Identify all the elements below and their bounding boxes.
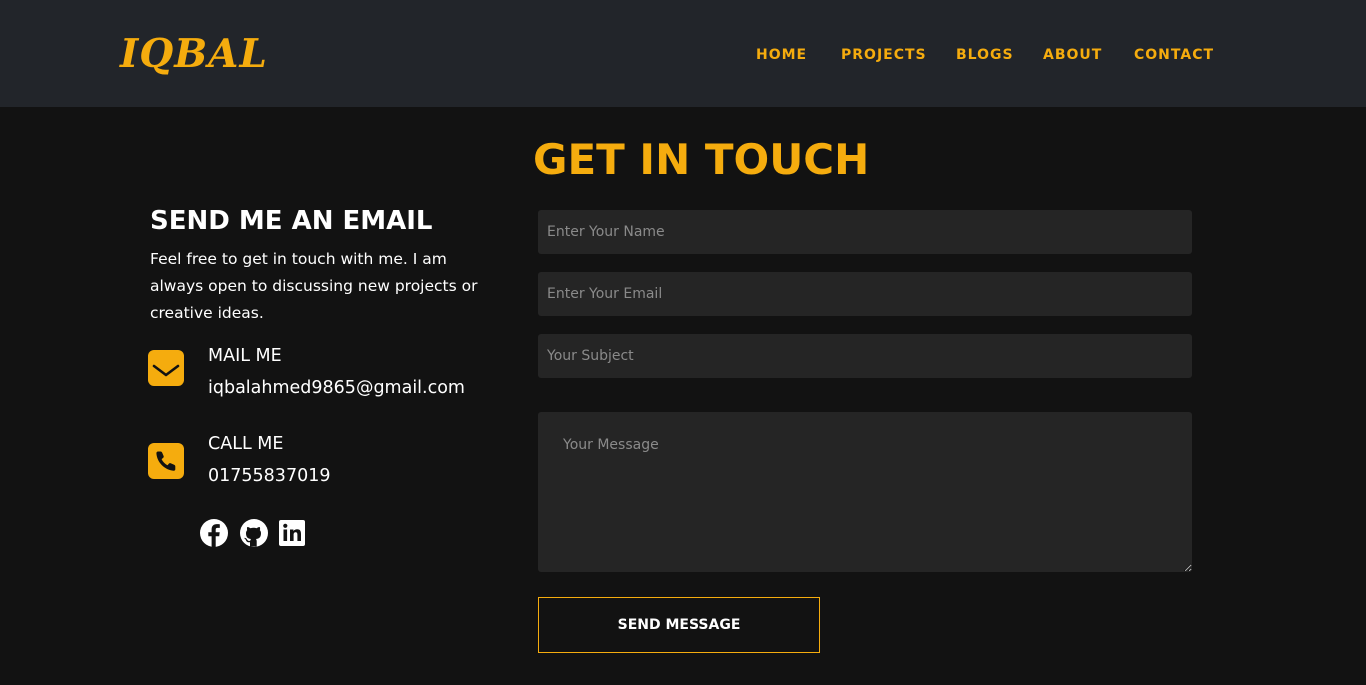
side-description: Feel free to get in touch with me. I am … <box>150 250 478 322</box>
nav-link-contact[interactable]: CONTACT <box>1134 46 1214 64</box>
facebook-icon[interactable] <box>199 518 229 548</box>
nav-link-projects[interactable]: PROJECTS <box>841 46 927 64</box>
nav-link-about[interactable]: ABOUT <box>1043 46 1102 64</box>
navbar: IQBAL HOME PROJECTS BLOGS ABOUT CONTACT <box>0 0 1366 107</box>
side-title: SEND ME AN EMAIL <box>150 206 433 236</box>
github-icon[interactable] <box>239 518 269 548</box>
send-message-button[interactable]: SEND MESSAGE <box>538 597 820 653</box>
email-input[interactable] <box>538 272 1192 316</box>
mail-label: MAIL ME <box>208 346 282 366</box>
nav-link-home[interactable]: HOME <box>756 46 807 64</box>
call-value[interactable]: 01755837019 <box>208 464 330 488</box>
mail-value[interactable]: iqbalahmed9865@gmail.com <box>208 376 465 400</box>
nav-link-blogs[interactable]: BLOGS <box>956 46 1014 64</box>
subject-input[interactable] <box>538 334 1192 378</box>
phone-icon <box>148 443 184 479</box>
message-textarea[interactable] <box>538 412 1192 572</box>
call-label: CALL ME <box>208 434 284 454</box>
linkedin-icon[interactable] <box>277 518 307 548</box>
nav-links: HOME PROJECTS BLOGS ABOUT CONTACT <box>0 46 1366 66</box>
name-input[interactable] <box>538 210 1192 254</box>
page-title: GET IN TOUCH <box>533 135 870 184</box>
envelope-icon <box>148 350 184 386</box>
